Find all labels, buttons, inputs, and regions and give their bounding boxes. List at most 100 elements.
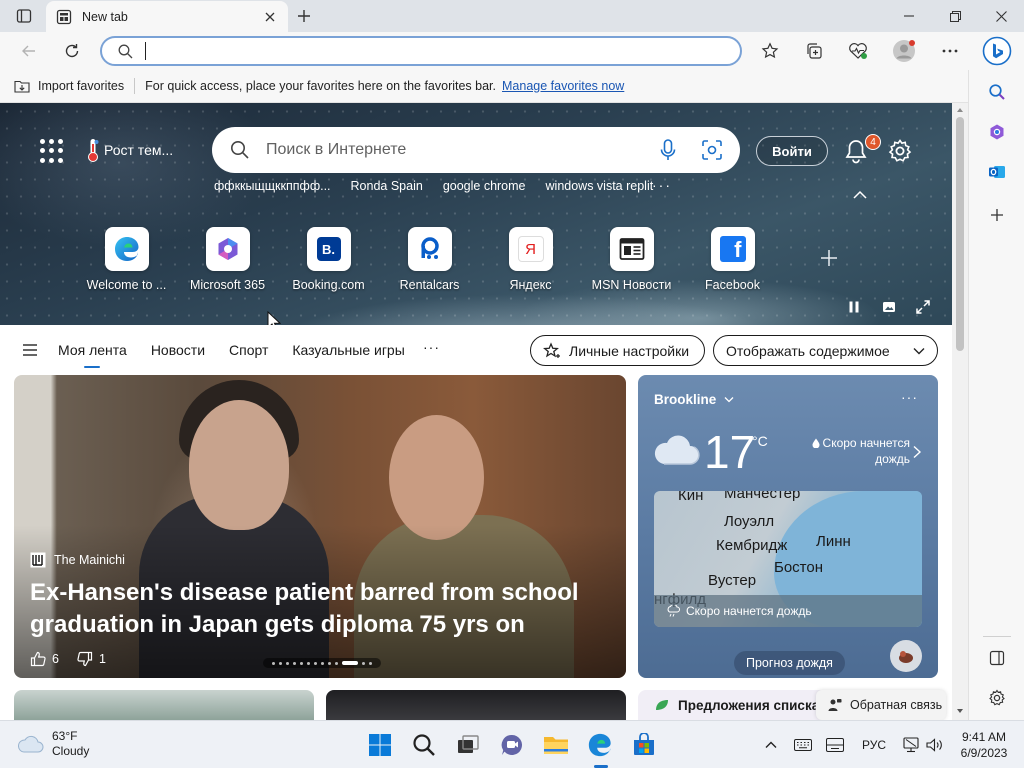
feed-tabs: Моя лента Новости Спорт Казуальные игры [58,342,429,368]
quick-link-label: Welcome to ... [86,278,167,292]
collections-icon[interactable] [799,36,829,66]
more-tabs-icon[interactable]: ··· [423,339,440,355]
microsoft-store-icon[interactable] [628,729,660,761]
quick-link-m365[interactable]: Microsoft 365 [177,227,278,292]
m365-icon [218,238,237,260]
quick-link-rentalcars[interactable]: Rentalcars [379,227,480,292]
story-card-preview[interactable] [326,690,626,720]
expand-icon[interactable] [913,297,933,317]
quick-link-edge[interactable]: Welcome to ... [76,227,177,292]
quick-link-booking[interactable]: B. Booking.com [278,227,379,292]
taskbar-weather-widget[interactable]: 63°F Cloudy [18,729,89,759]
carousel-pager[interactable] [263,658,381,668]
profile-avatar[interactable] [889,36,919,66]
scroll-thumb[interactable] [956,117,964,351]
add-quick-link-icon[interactable] [818,247,840,269]
story-headline[interactable]: Ex-Hansen's disease patient barred from … [30,577,590,641]
sidebar-m365-icon[interactable] [983,118,1011,146]
personalize-button[interactable]: Личные настройки [530,335,705,366]
thumbs-down-icon[interactable] [77,651,93,667]
teams-chat-icon[interactable] [496,729,528,761]
sidebar-hide-icon[interactable] [983,644,1011,672]
weather-card[interactable]: Brookline ··· 17 °C Скоро начнется дождь… [638,375,938,678]
trending-more-icon[interactable]: ··· [652,177,672,193]
browser-essentials-icon[interactable] [843,36,873,66]
microphone-icon[interactable] [660,139,676,161]
edit-background-icon[interactable] [879,297,899,317]
top-story-card[interactable]: The Mainichi Ex-Hansen's disease patient… [14,375,626,678]
show-hidden-icons-chevron-icon[interactable] [762,735,780,755]
web-search-input[interactable] [266,141,660,159]
chevron-up-icon[interactable] [852,189,868,201]
keyboard-icon[interactable] [792,735,814,755]
file-explorer-icon[interactable] [540,729,572,761]
display-content-dropdown[interactable]: Отображать содержимое [713,335,938,366]
taskbar-clock[interactable]: 9:41 AM 6/9/2023 [952,729,1016,761]
close-tab-icon[interactable] [262,9,278,25]
task-view-icon[interactable] [452,729,484,761]
trending-item[interactable]: windows vista replit [546,179,654,193]
taskbar-search-icon[interactable] [408,729,440,761]
trending-item[interactable]: Ronda Spain [351,179,423,193]
story-card-preview[interactable] [14,690,314,720]
weather-location-dropdown[interactable]: Brookline [654,392,734,407]
quick-link-yandex[interactable]: Я Яндекс [480,227,581,292]
sign-in-button[interactable]: Войти [756,136,828,166]
close-window-icon[interactable] [978,0,1024,32]
minimize-icon[interactable] [886,0,932,32]
more-options-icon[interactable] [935,36,965,66]
manage-favorites-link[interactable]: Manage favorites now [502,79,624,93]
taskbar-edge-icon[interactable] [584,729,616,761]
scroll-down-arrow-icon[interactable] [956,707,964,715]
web-search-box[interactable] [212,127,740,173]
story-photo-detail [389,415,484,540]
touch-keyboard-icon[interactable] [824,735,846,755]
restore-icon[interactable] [932,0,978,32]
network-icon[interactable] [900,735,922,755]
back-arrow-icon[interactable] [14,36,44,66]
windows-start-icon[interactable] [364,729,396,761]
visual-search-icon[interactable] [702,140,722,160]
input-language-indicator[interactable]: РУС [858,735,890,755]
tab-new-tab[interactable]: New tab [46,1,288,32]
trending-item[interactable]: google chrome [443,179,526,193]
quick-link-facebook[interactable]: f Facebook [682,227,783,292]
page-scrollbar[interactable] [952,103,968,720]
pause-background-icon[interactable] [844,297,864,317]
leaf-icon [656,700,668,710]
import-favorites-button[interactable]: Import favorites [14,79,124,93]
volume-icon[interactable] [924,735,946,755]
tab-casual-games[interactable]: Казуальные игры [292,342,404,364]
page-settings-gear-icon[interactable] [887,138,913,164]
story-source[interactable]: The Mainichi [30,552,125,568]
address-bar[interactable] [100,36,742,66]
rain-forecast-button[interactable]: Прогноз дождя [734,651,845,675]
favorites-star-icon[interactable] [755,36,785,66]
chevron-right-icon[interactable] [912,445,922,459]
sidebar-outlook-icon[interactable] [983,158,1011,186]
tab-my-feed[interactable]: Моя лента [58,342,127,368]
sidebar-search-icon[interactable] [983,78,1011,106]
weather-alert-button[interactable]: Рост тем... [86,137,173,163]
scroll-up-arrow-icon[interactable] [956,106,964,114]
weather-more-icon[interactable]: ··· [901,389,918,405]
thumbs-up-icon[interactable] [30,651,46,667]
tab-sports[interactable]: Спорт [229,342,268,364]
weather-companion-icon[interactable] [890,640,922,672]
weather-map[interactable]: Кин Манчестер Лоуэлл Кембридж Линн Вусте… [654,491,922,627]
weather-alert-label: Рост тем... [104,142,174,158]
app-launcher-icon[interactable] [40,139,64,163]
sidebar-add-icon[interactable] [983,201,1011,229]
feedback-button[interactable]: Обратная связь [816,690,946,720]
sidebar-settings-icon[interactable] [983,684,1011,712]
refresh-icon[interactable] [57,36,87,66]
trending-item[interactable]: ффккыщщккппфф... [214,179,331,193]
address-input[interactable] [145,42,705,60]
new-tab-button[interactable] [292,5,316,27]
tab-news[interactable]: Новости [151,342,205,364]
quick-link-msn-news[interactable]: MSN Новости [581,227,682,292]
tab-actions-icon[interactable] [10,5,38,27]
bing-copilot-icon[interactable] [981,35,1013,67]
quick-links: Welcome to ... Microsoft 365 B. Booking.… [76,227,783,292]
hamburger-menu-icon[interactable] [22,343,38,357]
